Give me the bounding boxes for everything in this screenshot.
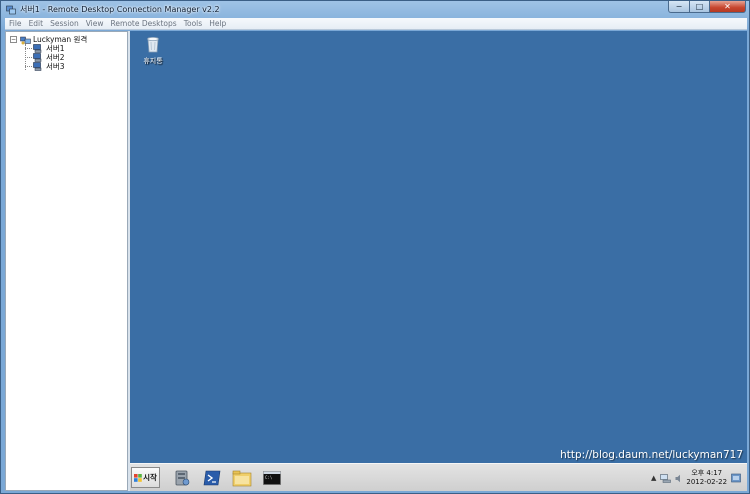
system-tray: ▲ 오후 4:17 2012-02-22 [647,464,747,491]
menu-file[interactable]: File [9,19,22,28]
clock-time: 오후 4:17 [691,469,723,477]
remote-desktop-view[interactable]: 휴지통 http://blog.daum.net/luckyman717 시작 [130,31,747,491]
menu-tools[interactable]: Tools [184,19,202,28]
blog-watermark: http://blog.daum.net/luckyman717 [560,449,743,461]
window-title: 서버1 - Remote Desktop Connection Manager … [20,5,220,14]
start-label: 시작 [143,473,157,482]
caption-buttons: − □ ✕ [668,1,746,13]
server-tree: − Luckyman 원격 서버1 서버2 서버3 [5,31,128,491]
collapse-toggle[interactable]: − [10,36,17,43]
menu-help[interactable]: Help [209,19,226,28]
start-button[interactable]: 시작 [131,467,160,488]
menu-view[interactable]: View [86,19,104,28]
tray-expand-icon[interactable]: ▲ [651,474,656,482]
network-icon[interactable] [660,473,672,483]
taskbar-clock[interactable]: 오후 4:17 2012-02-22 [686,469,727,487]
windows-flag-icon [134,473,142,482]
svg-text:C:\: C:\ [265,475,273,480]
explorer-icon[interactable] [230,467,254,489]
menu-session[interactable]: Session [50,19,79,28]
maximize-button[interactable]: □ [690,1,710,13]
remote-taskbar: 시작 C:\ ▲ 오후 4:17 2012-02-22 [130,463,747,491]
rdcman-app-icon [6,5,16,15]
recycle-bin-label: 휴지통 [143,57,163,65]
cmd-icon[interactable]: C:\ [260,467,284,489]
title-bar[interactable]: 서버1 - Remote Desktop Connection Manager … [1,1,749,18]
volume-icon[interactable] [675,474,683,483]
tree-item-label: 서버3 [46,62,65,71]
desktop-recycle-bin[interactable]: 휴지통 [140,35,166,66]
powershell-icon[interactable] [200,467,224,489]
recycle-bin-icon [145,35,161,55]
close-button[interactable]: ✕ [710,1,746,13]
computer-icon [33,62,43,71]
server-manager-icon[interactable] [170,467,194,489]
menu-bar: File Edit Session View Remote Desktops T… [5,18,747,30]
clock-date: 2012-02-22 [686,478,728,486]
tree-item-server3[interactable]: 서버3 [25,61,65,72]
menu-edit[interactable]: Edit [29,19,44,28]
show-desktop-icon[interactable] [731,472,741,484]
rdcman-window: 서버1 - Remote Desktop Connection Manager … [0,0,750,494]
minimize-button[interactable]: − [668,1,690,13]
menu-remote-desktops[interactable]: Remote Desktops [111,19,177,28]
